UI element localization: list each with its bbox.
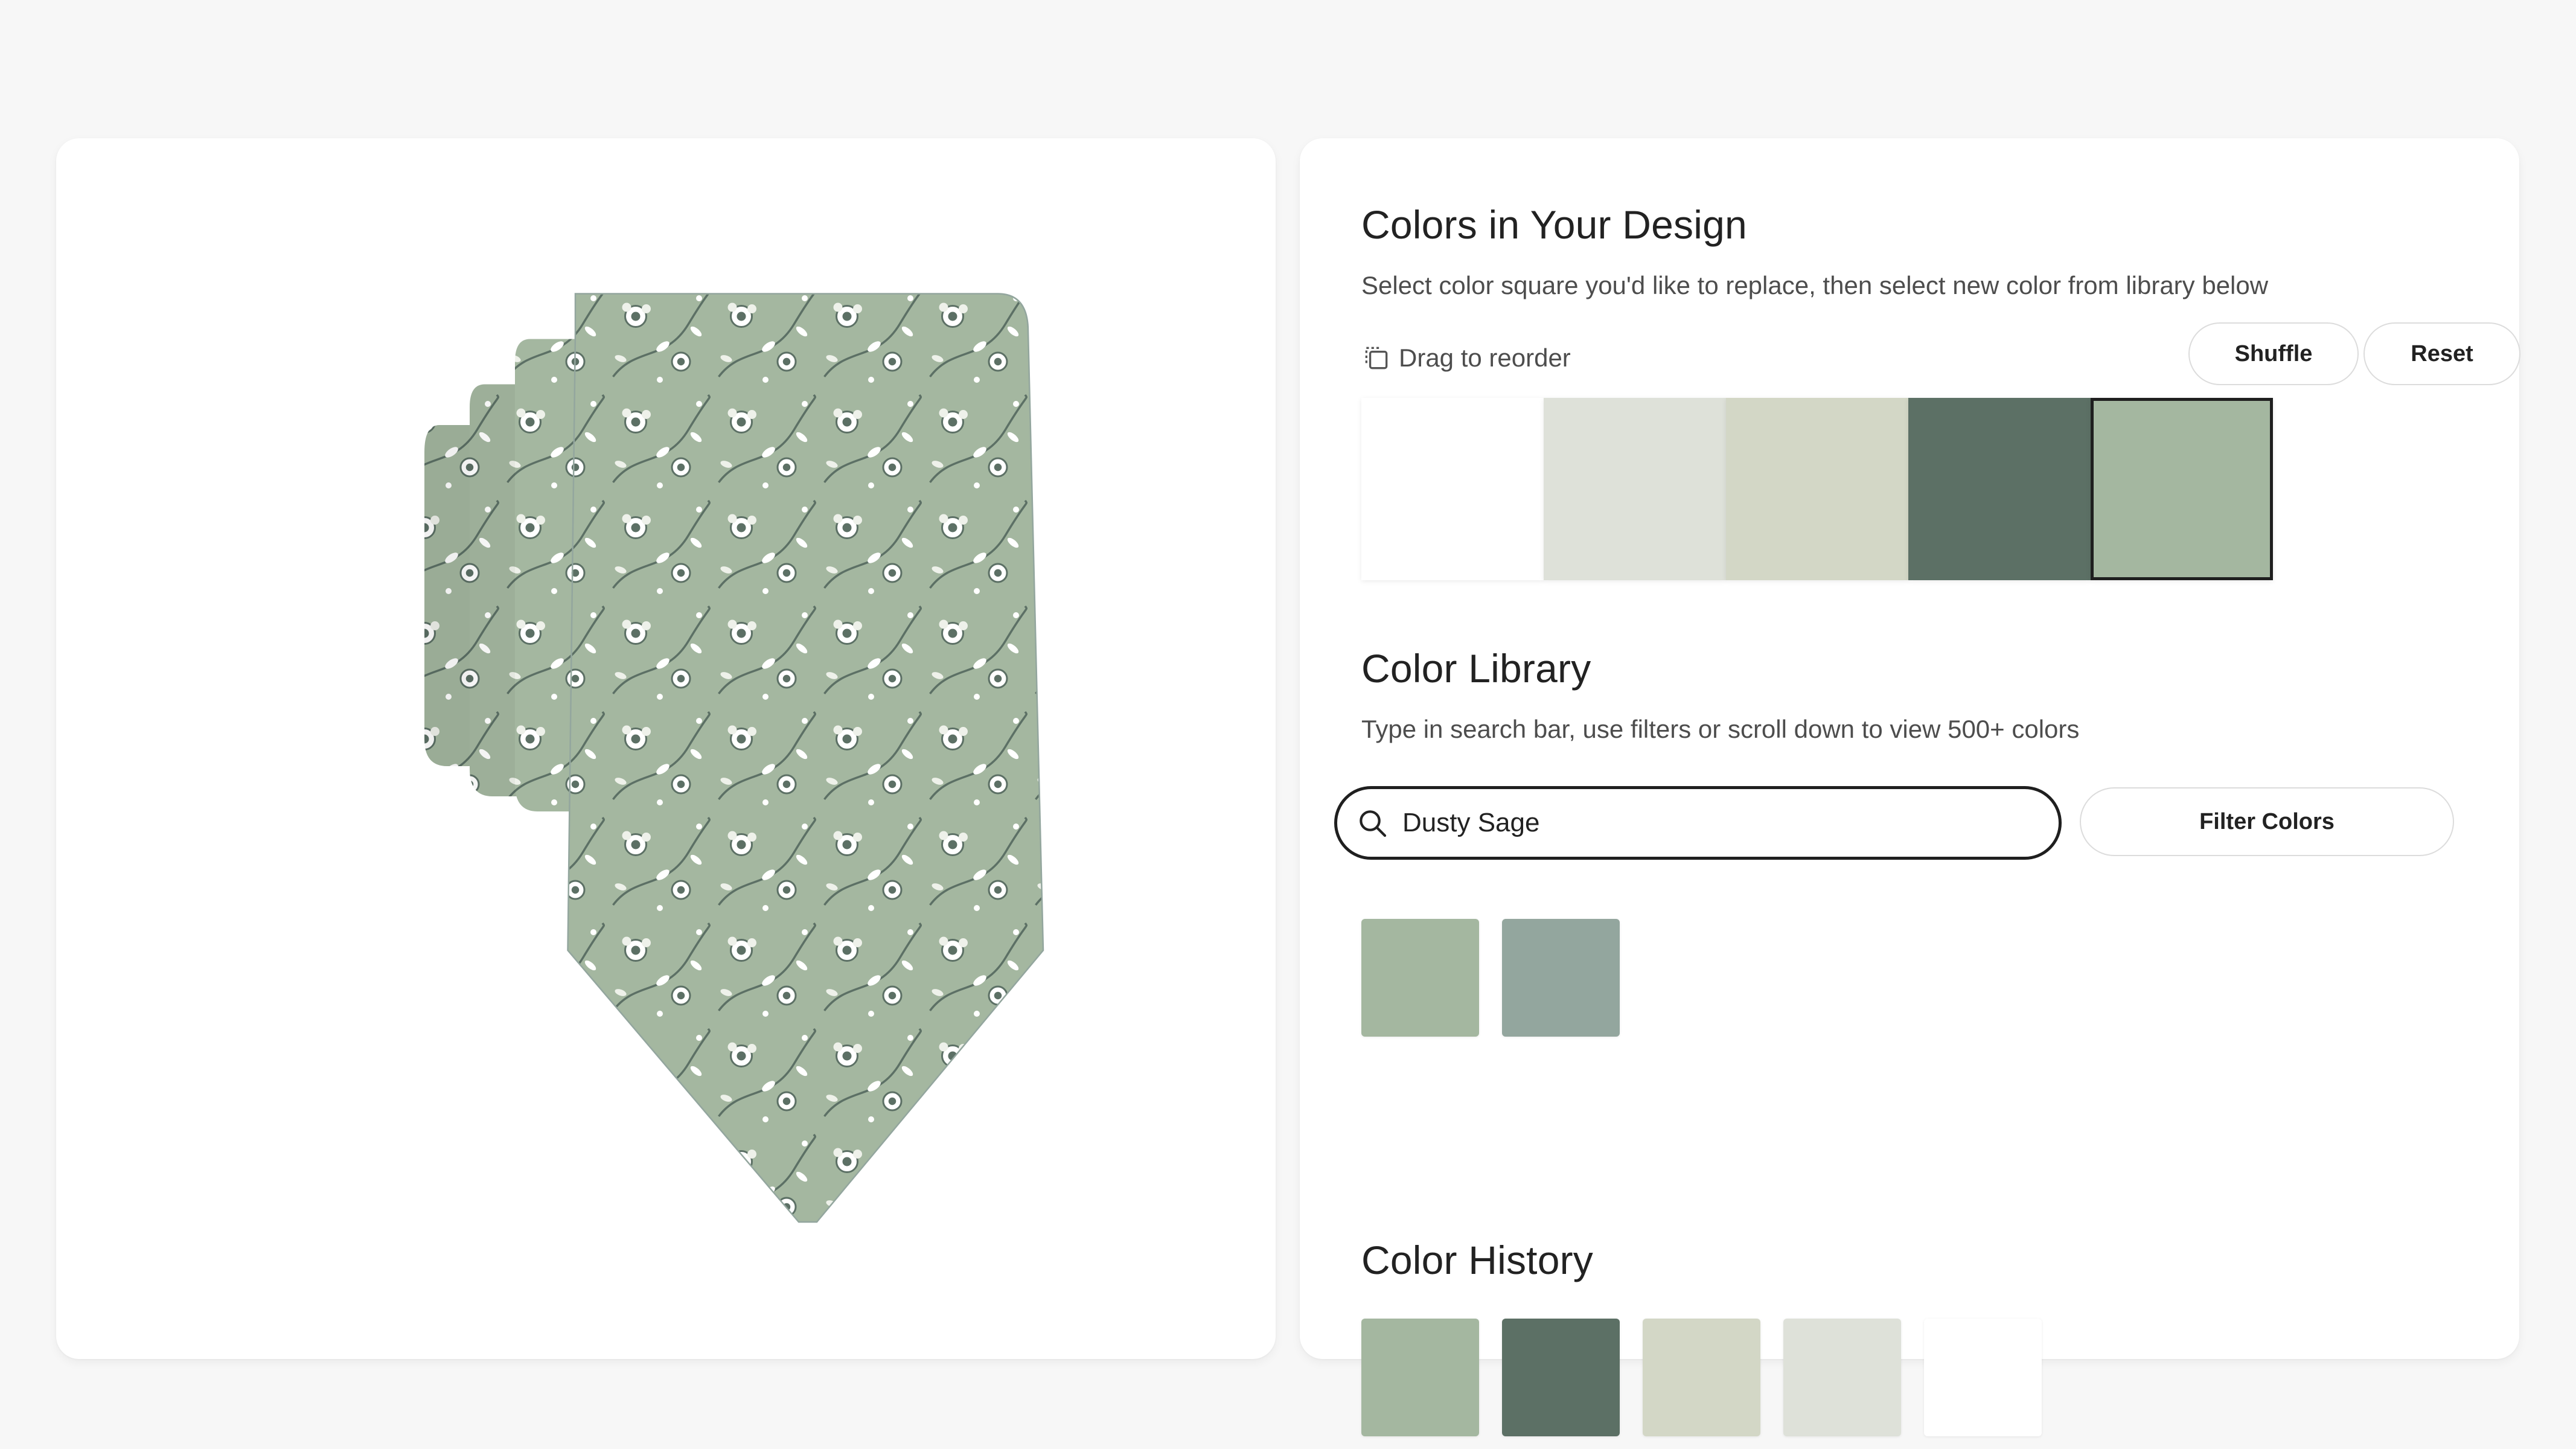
design-swatch[interactable] — [1544, 398, 1726, 580]
color-library-title: Color Library — [1361, 646, 1591, 691]
design-swatch[interactable] — [1726, 398, 1908, 580]
color-library-description: Type in search bar, use filters or scrol… — [1361, 715, 2080, 743]
filter-colors-button[interactable]: Filter Colors — [2080, 787, 2454, 856]
color-search-box[interactable] — [1334, 786, 2062, 860]
history-swatch[interactable] — [1361, 1319, 1479, 1436]
reset-button[interactable]: Reset — [2363, 322, 2520, 385]
history-swatch[interactable] — [1502, 1319, 1620, 1436]
color-history-title: Color History — [1361, 1238, 1594, 1282]
design-color-swatches — [1361, 398, 2273, 581]
library-swatch[interactable] — [1502, 919, 1620, 1037]
shuffle-button[interactable]: Shuffle — [2188, 322, 2359, 385]
product-preview-card — [56, 138, 1276, 1359]
history-swatch[interactable] — [1924, 1319, 2042, 1436]
tie-preview — [394, 283, 1149, 1225]
library-result-swatches — [1361, 919, 1620, 1037]
library-swatch[interactable] — [1361, 919, 1479, 1037]
drag-to-reorder-label: Drag to reorder — [1399, 344, 1571, 372]
history-swatch[interactable] — [1643, 1319, 1760, 1436]
drag-reorder-icon — [1361, 343, 1392, 373]
design-colors-description: Select color square you'd like to replac… — [1361, 271, 2269, 299]
design-swatch[interactable] — [1908, 398, 2091, 580]
design-swatch[interactable] — [2091, 398, 2273, 580]
design-swatch[interactable] — [1361, 398, 1544, 580]
design-colors-title: Colors in Your Design — [1361, 202, 1747, 247]
page: Colors in Your Design Select color squar… — [0, 0, 2576, 1449]
color-history-swatches — [1361, 1319, 2042, 1436]
search-icon — [1355, 806, 1389, 840]
color-editor-card: Colors in Your Design Select color squar… — [1300, 138, 2520, 1436]
drag-to-reorder-hint: Drag to reorder — [1361, 337, 1571, 379]
history-swatch[interactable] — [1783, 1319, 1901, 1436]
color-search-input[interactable] — [1402, 808, 2006, 838]
